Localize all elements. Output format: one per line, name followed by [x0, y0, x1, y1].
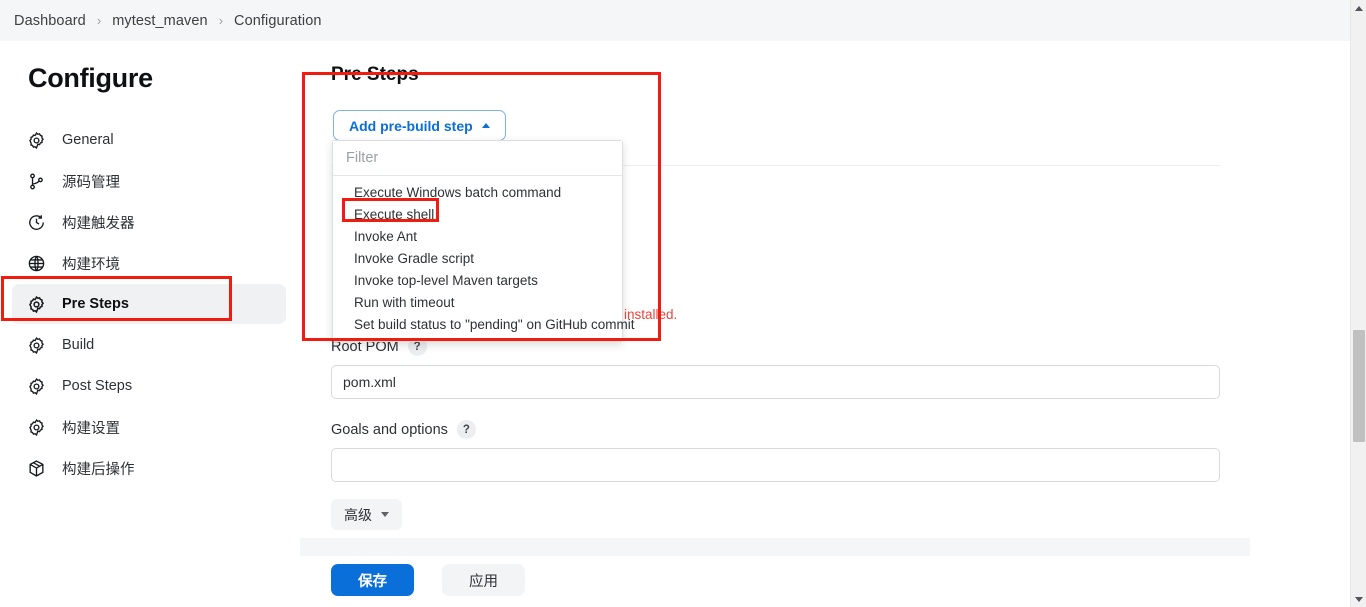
field-label-row: Goals and options ?: [331, 420, 1220, 439]
help-icon[interactable]: ?: [456, 420, 476, 439]
chevron-down-icon: [381, 512, 389, 517]
scroll-down-arrow-icon[interactable]: [1351, 591, 1366, 607]
sidebar-item-label: 构建设置: [62, 420, 120, 437]
dropdown-item-execute-windows-batch-command[interactable]: Execute Windows batch command: [333, 182, 622, 204]
page-title: Configure: [28, 63, 153, 93]
sidebar-item-label: Pre Steps: [62, 296, 129, 312]
globe-icon: [26, 253, 47, 274]
configuration-page: Dashboard › mytest_maven › Configuration…: [0, 0, 1366, 607]
field-root-pom: Root POM ?: [331, 337, 1220, 399]
gear-icon: [26, 417, 47, 438]
sidebar-item-general[interactable]: General: [12, 120, 286, 160]
scroll-up-arrow-icon[interactable]: [1351, 0, 1366, 16]
root-pom-input[interactable]: [331, 365, 1220, 399]
triangle-down-icon: [1355, 596, 1363, 602]
pre-build-step-dropdown: Execute Windows batch command Execute sh…: [332, 140, 634, 342]
add-pre-build-step-button[interactable]: Add pre-build step: [333, 110, 506, 141]
gear-icon: [26, 335, 47, 356]
clock-icon: [26, 212, 47, 233]
sidebar-item-post-steps[interactable]: Post Steps: [12, 366, 286, 406]
advanced-button-label: 高级: [344, 506, 372, 523]
branch-icon: [26, 171, 47, 192]
goals-and-options-input[interactable]: [331, 448, 1220, 482]
sidebar-item-label: Build: [62, 337, 95, 353]
field-goals-and-options: Goals and options ?: [331, 420, 1220, 482]
caret-up-icon: [481, 123, 490, 128]
sidebar-item-label: General: [62, 132, 114, 148]
sidebar-nav-list: General 源码管理 构建触发器 构建环境 Pre Steps Build …: [0, 120, 300, 488]
breadcrumb-item-dashboard[interactable]: Dashboard: [14, 13, 86, 29]
dropdown-item-set-build-status-pending[interactable]: Set build status to "pending" on GitHub …: [333, 314, 634, 336]
sidebar-item-label: Post Steps: [62, 378, 133, 394]
dropdown-item-invoke-ant[interactable]: Invoke Ant: [333, 226, 622, 248]
filter-input[interactable]: [333, 141, 622, 176]
dropdown-item-invoke-top-level-maven-targets[interactable]: Invoke top-level Maven targets: [333, 270, 622, 292]
dropdown-item-invoke-gradle-script[interactable]: Invoke Gradle script: [333, 248, 622, 270]
gear-icon: [26, 376, 47, 397]
vertical-scrollbar[interactable]: [1350, 0, 1366, 607]
sidebar-item-label: 构建触发器: [62, 215, 135, 232]
package-icon: [26, 458, 47, 479]
sidebar-item-build[interactable]: Build: [12, 325, 286, 365]
dropdown-item-run-with-timeout[interactable]: Run with timeout: [333, 292, 622, 314]
gear-icon: [26, 130, 47, 151]
apply-button[interactable]: 应用: [442, 564, 525, 596]
submit-row: 保存 应用: [331, 564, 525, 596]
breadcrumb-item-job[interactable]: mytest_maven: [112, 13, 208, 29]
sidebar-item-label: 构建后操作: [62, 461, 135, 478]
sidebar-item-scm[interactable]: 源码管理: [12, 161, 286, 201]
breadcrumb-item-configuration[interactable]: Configuration: [234, 13, 322, 29]
triangle-up-icon: [1355, 5, 1363, 11]
submit-divider: [300, 538, 1250, 556]
breadcrumb-separator-icon: ›: [96, 13, 102, 28]
sidebar-item-build-environment[interactable]: 构建环境: [12, 243, 286, 283]
scrollbar-thumb[interactable]: [1353, 330, 1365, 442]
dropdown-list: Execute Windows batch command Execute sh…: [333, 176, 634, 341]
dropdown-item-execute-shell[interactable]: Execute shell: [333, 204, 622, 226]
advanced-button[interactable]: 高级: [331, 499, 402, 530]
breadcrumb: Dashboard › mytest_maven › Configuration: [0, 0, 1350, 41]
field-label: Goals and options: [331, 421, 448, 438]
sidebar-item-build-triggers[interactable]: 构建触发器: [12, 202, 286, 242]
sidebar-item-label: 源码管理: [62, 174, 120, 191]
add-pre-build-step-label: Add pre-build step: [349, 117, 473, 134]
sidebar-item-pre-steps[interactable]: Pre Steps: [12, 284, 286, 324]
gear-icon: [26, 294, 47, 315]
section-title: Pre Steps: [331, 64, 419, 85]
sidebar-item-label: 构建环境: [62, 256, 120, 273]
save-button[interactable]: 保存: [331, 564, 414, 596]
breadcrumb-separator-icon: ›: [218, 13, 224, 28]
sidebar: Configure General 源码管理 构建触发器 构建环境 Pre St…: [0, 41, 300, 607]
sidebar-item-build-settings[interactable]: 构建设置: [12, 407, 286, 447]
sidebar-item-post-build-actions[interactable]: 构建后操作: [12, 448, 286, 488]
